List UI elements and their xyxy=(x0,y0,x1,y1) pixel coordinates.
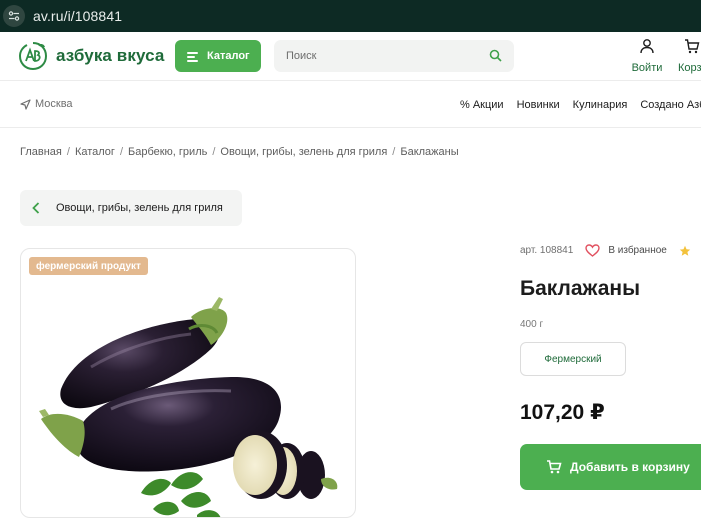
product-info: арт. 108841 В избранное Баклажаны 400 г … xyxy=(520,244,701,425)
breadcrumb: Главная / Каталог / Барбекю, гриль / Овощи, гр… xyxy=(20,146,459,158)
logo-icon xyxy=(18,42,48,71)
nav-link-culinary[interactable]: Кулинария xyxy=(573,99,628,111)
heart-icon xyxy=(585,244,601,257)
url-text[interactable]: av.ru/i/108841 xyxy=(33,8,122,24)
product-image-card: фермерский продукт xyxy=(20,248,356,518)
eggplant-image[interactable] xyxy=(21,279,356,518)
logo-text: азбука вкуса xyxy=(56,46,165,65)
product-title: Баклажаны xyxy=(520,277,641,300)
search-input[interactable] xyxy=(286,50,476,62)
nav-link-own-brand[interactable]: Создано Азбукой xyxy=(640,99,701,111)
breadcrumb-bbq[interactable]: Барбекю, гриль xyxy=(128,146,207,158)
city-selector[interactable]: Москва xyxy=(20,98,73,110)
catalog-button-label: Каталог xyxy=(207,50,250,62)
article-row: арт. 108841 В избранное xyxy=(520,244,701,257)
sub-navigation: Москва % Акции Новинки Кулинария Создано… xyxy=(0,82,701,128)
add-to-cart-button[interactable]: Добавить в корзину xyxy=(520,444,701,490)
catalog-button[interactable]: Каталог xyxy=(175,40,261,72)
star-icon[interactable] xyxy=(679,245,691,257)
nav-link-new[interactable]: Новинки xyxy=(517,99,560,111)
user-icon xyxy=(640,39,654,54)
site-header: азбука вкуса Каталог Войти Корзина xyxy=(0,32,701,81)
favorite-label: В избранное xyxy=(608,245,667,256)
site-settings-icon[interactable] xyxy=(3,5,25,27)
nav-link-promotions[interactable]: % Акции xyxy=(460,99,504,111)
menu-icon xyxy=(187,51,198,62)
browser-url-bar: av.ru/i/108841 xyxy=(0,0,701,32)
site-logo[interactable]: азбука вкуса xyxy=(18,41,164,71)
nav-links: % Акции Новинки Кулинария Создано Азбуко… xyxy=(460,99,701,111)
breadcrumb-catalog[interactable]: Каталог xyxy=(75,146,115,158)
product-weight: 400 г xyxy=(520,319,544,330)
search-box[interactable] xyxy=(274,40,514,72)
city-label: Москва xyxy=(35,98,73,110)
article-number: арт. 108841 xyxy=(520,245,574,256)
breadcrumb-home[interactable]: Главная xyxy=(20,146,62,158)
favorite-button[interactable]: В избранное xyxy=(585,244,667,257)
breadcrumb-grill-vegetables[interactable]: Овощи, грибы, зелень для гриля xyxy=(220,146,387,158)
product-price: 107,20 ₽ xyxy=(520,401,605,424)
cart-icon xyxy=(685,39,700,54)
back-chip-label: Овощи, грибы, зелень для гриля xyxy=(56,202,223,214)
back-to-category-button[interactable]: Овощи, грибы, зелень для гриля xyxy=(20,190,242,226)
chevron-left-icon xyxy=(32,202,40,214)
location-arrow-icon xyxy=(20,98,31,110)
farm-product-badge: фермерский продукт xyxy=(29,257,148,275)
cart-icon xyxy=(547,460,562,474)
login-button[interactable]: Войти xyxy=(630,38,664,74)
farm-tag[interactable]: Фермерский xyxy=(520,342,626,376)
breadcrumb-current: Баклажаны xyxy=(400,146,459,158)
add-to-cart-label: Добавить в корзину xyxy=(570,460,690,474)
cart-button[interactable]: Корзина xyxy=(678,38,701,74)
cart-label: Корзина xyxy=(678,62,701,74)
search-icon[interactable] xyxy=(489,49,502,62)
login-label: Войти xyxy=(631,62,663,74)
